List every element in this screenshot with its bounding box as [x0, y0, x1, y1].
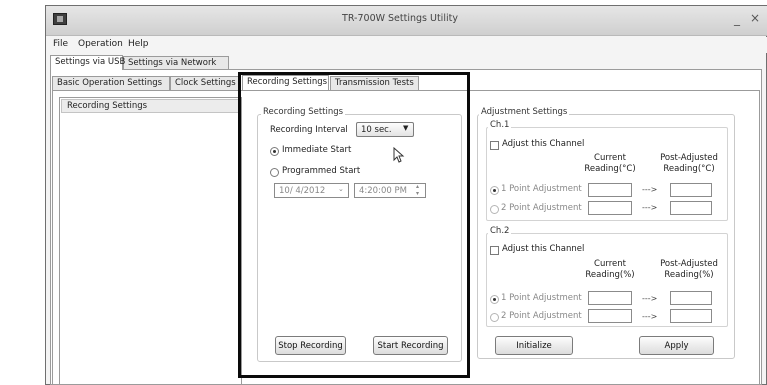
ch2-one-point-label: 1 Point Adjustment — [501, 293, 582, 303]
menu-help[interactable]: Help — [128, 39, 149, 49]
ch2-adjust-checkbox[interactable] — [490, 246, 499, 255]
ch2-one-point-radio[interactable] — [490, 295, 499, 304]
window-title: TR-700W Settings Utility — [342, 13, 458, 24]
arrow-right-icon: ---> — [642, 203, 658, 212]
ch1-one-point-label: 1 Point Adjustment — [501, 184, 582, 194]
list-item-label: Recording Settings — [67, 101, 148, 111]
menu-file[interactable]: File — [53, 39, 68, 49]
menu-bar: File Operation Help — [46, 37, 767, 53]
start-time-value: 4:20:00 PM — [359, 186, 407, 196]
ch1-two-point-label: 2 Point Adjustment — [501, 203, 582, 213]
tab-clock-settings[interactable]: Clock Settings — [170, 76, 240, 90]
ch2-two-point-label: 2 Point Adjustment — [501, 311, 582, 321]
settings-list — [59, 97, 242, 385]
close-button[interactable]: × — [750, 11, 760, 25]
ch1-one-point-current-field[interactable] — [588, 183, 632, 197]
start-time-picker[interactable]: 4:20:00 PM ▴ ▾ — [354, 183, 426, 198]
ch2-two-point-current-field[interactable] — [588, 309, 632, 323]
recording-interval-label: Recording Interval — [270, 125, 348, 135]
arrow-right-icon: ---> — [642, 185, 658, 194]
ch2-adjust-label: Adjust this Channel — [502, 244, 585, 254]
chevron-down-icon: ⌄ — [338, 185, 344, 193]
ch1-one-point-radio[interactable] — [490, 186, 499, 195]
immediate-start-radio[interactable] — [270, 147, 279, 156]
arrow-right-icon: ---> — [642, 312, 658, 321]
initialize-button[interactable]: Initialize — [495, 336, 573, 355]
recording-interval-select[interactable]: 10 sec. ▼ — [356, 122, 414, 137]
start-recording-button[interactable]: Start Recording — [373, 336, 448, 355]
ch1-post-header: Post-Adjusted Reading(°C) — [660, 153, 718, 174]
ch1-one-point-post-field[interactable] — [670, 183, 712, 197]
spinner-arrows-icon[interactable]: ▴ ▾ — [416, 183, 419, 197]
ch2-label: Ch.2 — [488, 226, 512, 236]
recording-interval-value: 10 sec. — [361, 125, 392, 135]
ch2-two-point-post-field[interactable] — [670, 309, 712, 323]
recording-settings-group-label: Recording Settings — [261, 107, 346, 117]
ch2-one-point-current-field[interactable] — [588, 291, 632, 305]
list-item[interactable]: Recording Settings — [61, 99, 240, 113]
ch1-current-header: Current Reading(°C) — [584, 153, 636, 174]
stop-recording-button[interactable]: Stop Recording — [275, 336, 346, 355]
app-icon — [53, 13, 67, 25]
minimize-button[interactable]: _ — [734, 12, 740, 26]
immediate-start-label: Immediate Start — [282, 145, 352, 155]
adjustment-settings-group-label: Adjustment Settings — [479, 107, 570, 117]
ch1-two-point-radio[interactable] — [490, 205, 499, 214]
mouse-cursor-icon — [393, 147, 405, 163]
chevron-down-icon: ▼ — [403, 124, 409, 132]
ch1-label: Ch.1 — [488, 120, 512, 130]
ch1-adjust-label: Adjust this Channel — [502, 139, 585, 149]
tab-transmission-tests[interactable]: Transmission Tests — [330, 76, 419, 90]
start-date-picker[interactable]: 10/ 4/2012 ⌄ — [274, 183, 349, 198]
tab-recording-settings[interactable]: Recording Settings — [242, 75, 329, 90]
menu-operation[interactable]: Operation — [78, 39, 123, 49]
programmed-start-radio[interactable] — [270, 168, 279, 177]
ch1-two-point-post-field[interactable] — [670, 201, 712, 215]
arrow-right-icon: ---> — [642, 294, 658, 303]
ch2-current-header: Current Reading(%) — [585, 259, 635, 280]
ch1-two-point-current-field[interactable] — [588, 201, 632, 215]
start-date-value: 10/ 4/2012 — [279, 186, 326, 196]
ch1-adjust-checkbox[interactable] — [490, 141, 499, 150]
tab-settings-via-network[interactable]: Settings via Network — [123, 56, 229, 70]
ch2-two-point-radio[interactable] — [490, 313, 499, 322]
programmed-start-label: Programmed Start — [282, 166, 361, 176]
tab-basic-operation-settings[interactable]: Basic Operation Settings — [52, 76, 170, 90]
ch2-post-header: Post-Adjusted Reading(%) — [660, 259, 718, 280]
ch2-one-point-post-field[interactable] — [670, 291, 712, 305]
apply-button[interactable]: Apply — [639, 336, 714, 355]
tab-settings-via-usb[interactable]: Settings via USB — [50, 55, 125, 70]
